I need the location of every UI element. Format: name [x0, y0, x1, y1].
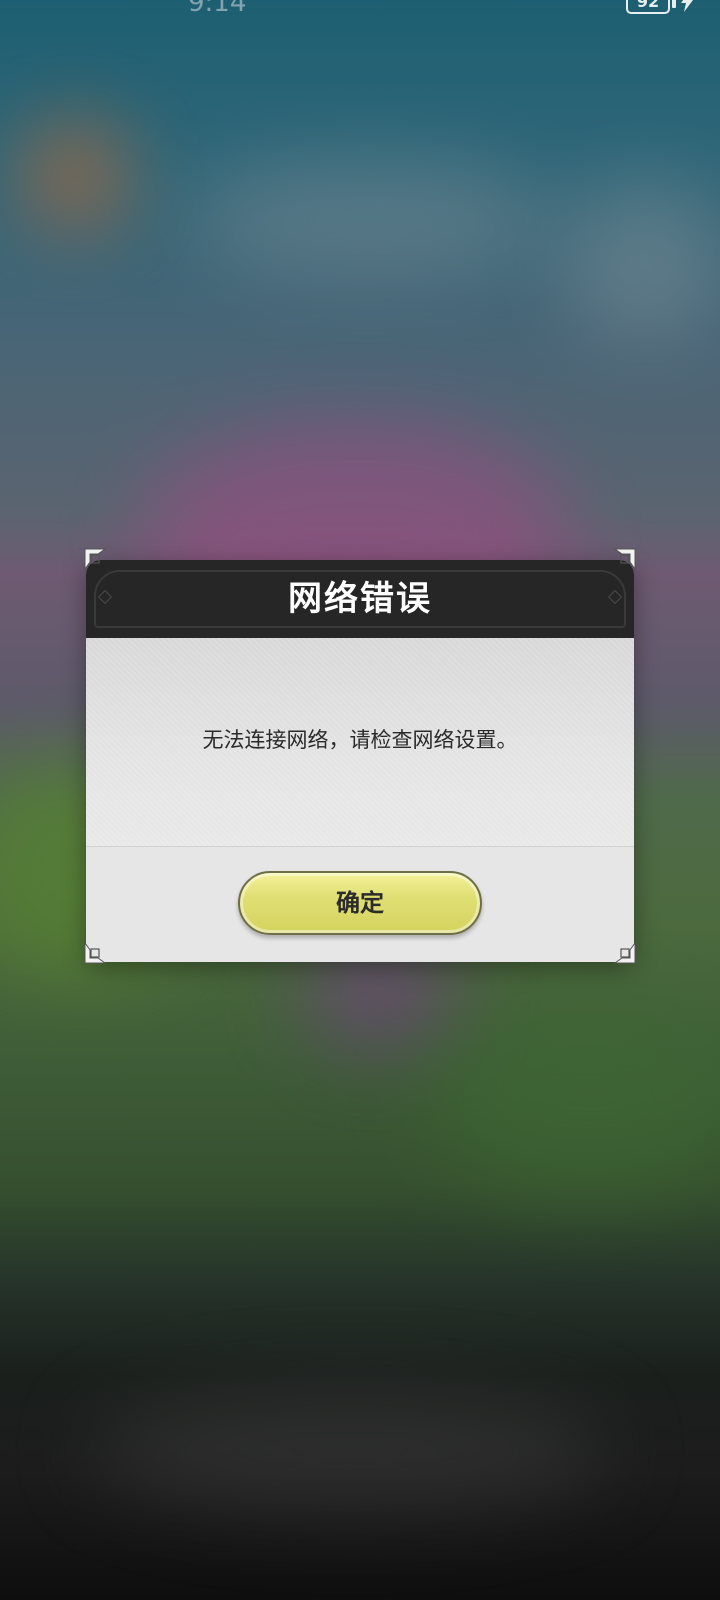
dialog-body: 无法连接网络，请检查网络设置。	[86, 638, 634, 846]
background-blob	[560, 180, 720, 340]
status-bar: 9:14 92	[0, 0, 720, 24]
corner-ornament-icon	[614, 942, 636, 964]
battery-level: 92	[636, 0, 660, 11]
background-blob	[20, 120, 130, 230]
corner-ornament-icon	[614, 548, 636, 570]
battery-nub	[672, 0, 676, 8]
corner-ornament-icon	[84, 942, 106, 964]
corner-ornament-icon	[84, 548, 106, 570]
dialog-footer: 确定	[86, 846, 634, 962]
network-error-dialog: 网络错误 无法连接网络，请检查网络设置。 确定	[86, 560, 634, 962]
confirm-button[interactable]: 确定	[238, 871, 482, 935]
battery-indicator: 92	[626, 0, 670, 14]
background-blob	[430, 1000, 720, 1200]
background-blob	[190, 160, 550, 280]
dialog-message: 无法连接网络，请检查网络设置。	[202, 728, 518, 752]
status-time: 9:14	[188, 0, 247, 18]
charging-bolt-icon	[681, 0, 693, 12]
dialog-header: 网络错误	[86, 560, 634, 638]
background-blob	[90, 1390, 610, 1510]
dialog-title: 网络错误	[288, 579, 432, 619]
